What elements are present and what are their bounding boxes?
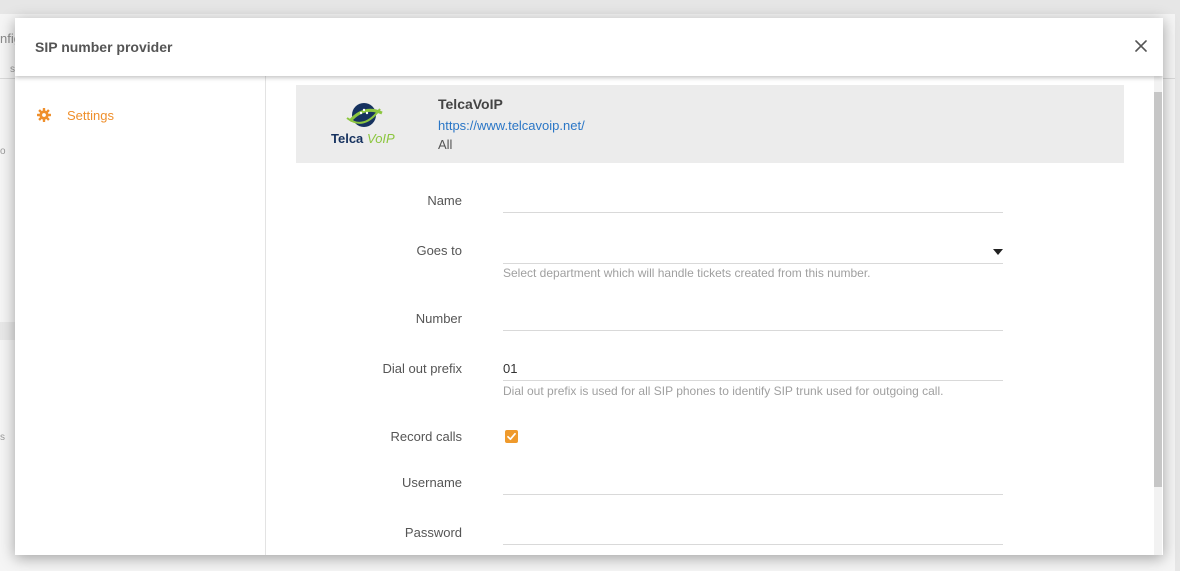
content-scrollbar-thumb[interactable]: [1154, 92, 1162, 487]
name-label: Name: [427, 193, 462, 208]
username-field[interactable]: [503, 471, 1003, 495]
goes-to-select[interactable]: [503, 239, 1003, 264]
sip-provider-dialog: SIP number provider Settings Telca VoIP …: [15, 18, 1163, 555]
sidebar-item-settings[interactable]: Settings: [37, 106, 114, 124]
close-icon: [1135, 40, 1147, 52]
dial-out-prefix-field[interactable]: [503, 357, 1003, 381]
dialog-header: SIP number provider: [15, 18, 1163, 76]
telcavoip-logo-icon: Telca VoIP: [331, 103, 395, 146]
provider-logo: Telca VoIP: [330, 101, 398, 149]
goes-to-hint: Select department which will handle tick…: [503, 266, 871, 280]
checkmark-icon: [507, 432, 516, 441]
sidebar-item-label: Settings: [67, 107, 114, 123]
provider-card: Telca VoIP TelcaVoIP https://www.telcavo…: [296, 85, 1124, 163]
dialog-sidebar: Settings: [15, 76, 266, 555]
background-text: s: [0, 432, 5, 443]
provider-scope: All: [438, 137, 453, 152]
caret-down-icon: [993, 249, 1003, 255]
dialog-content: Telca VoIP TelcaVoIP https://www.telcavo…: [266, 76, 1163, 555]
record-calls-label: Record calls: [390, 429, 462, 444]
provider-website-link[interactable]: https://www.telcavoip.net/: [438, 118, 585, 133]
password-label: Password: [404, 525, 462, 540]
gear-icon: [37, 108, 51, 122]
username-label: Username: [402, 475, 462, 490]
goes-to-label: Goes to: [416, 243, 462, 258]
dialog-title: SIP number provider: [35, 39, 173, 55]
record-calls-checkbox[interactable]: [505, 430, 518, 443]
logo-text-voip: VoIP: [367, 131, 395, 146]
background-block: [0, 322, 15, 340]
number-label: Number: [415, 311, 462, 326]
name-field[interactable]: [503, 189, 1003, 213]
background-text: o: [0, 146, 6, 157]
dial-out-prefix-label: Dial out prefix: [382, 361, 462, 376]
dial-out-prefix-hint: Dial out prefix is used for all SIP phon…: [503, 384, 944, 398]
provider-name: TelcaVoIP: [438, 96, 503, 112]
password-field[interactable]: [503, 521, 1003, 545]
number-field[interactable]: [503, 307, 1003, 331]
close-button[interactable]: [1130, 35, 1152, 57]
logo-text-telca: Telca: [331, 131, 364, 146]
